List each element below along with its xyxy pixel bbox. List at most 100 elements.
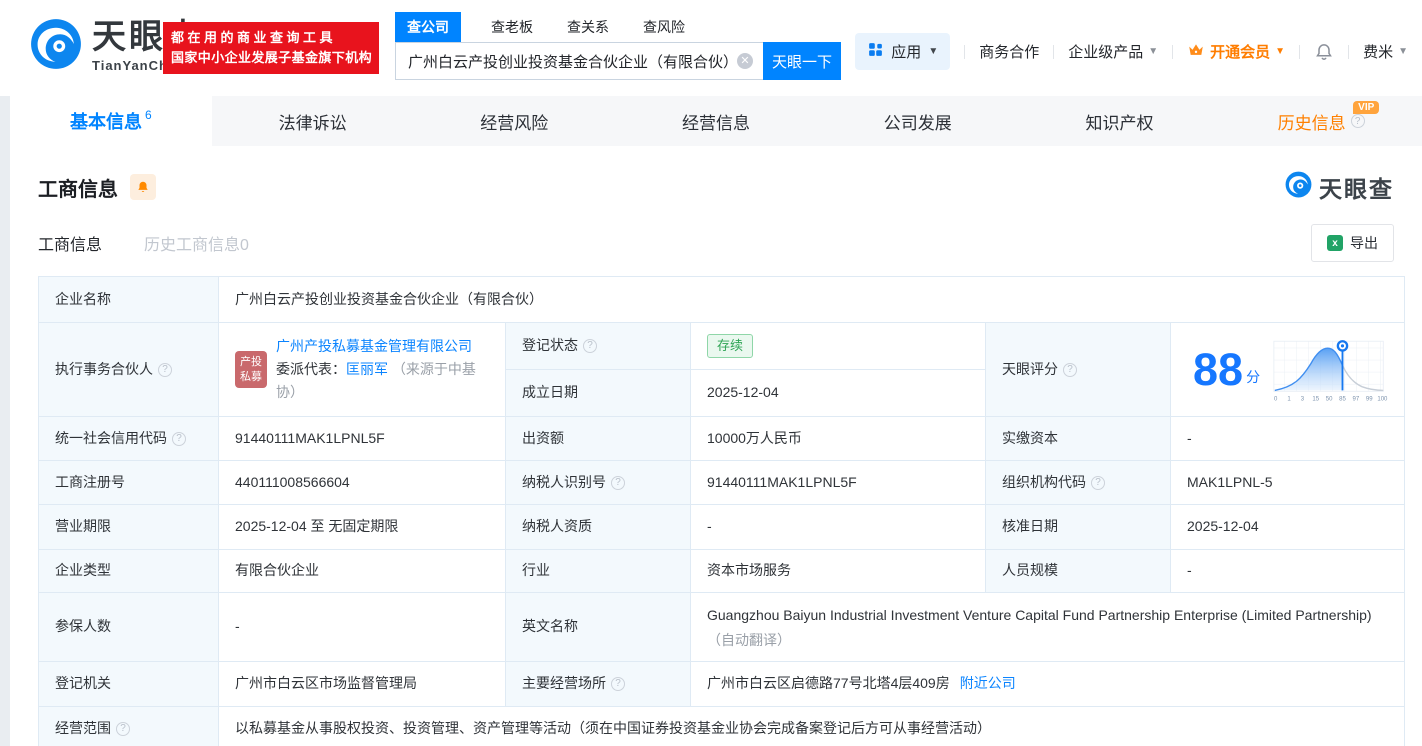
status-badge: 存续 (707, 334, 753, 358)
business-term-value: 2025-12-04 至 无固定期限 (219, 505, 506, 550)
help-icon[interactable]: ? (1091, 476, 1105, 490)
established-date-value: 2025-12-04 (691, 370, 986, 417)
search-tab-risk[interactable]: 查风险 (631, 12, 697, 42)
registration-number-label: 工商注册号 (39, 461, 219, 505)
user-account-menu[interactable]: 费米 ▼ (1363, 41, 1408, 62)
org-code-value: MAK1LPNL-5 (1171, 461, 1405, 505)
registration-number-value: 440111008566604 (219, 461, 506, 505)
username: 费米 (1363, 41, 1393, 62)
registration-status-value: 存续 (691, 323, 986, 370)
insured-count-value: - (219, 593, 506, 662)
search-button[interactable]: 天眼一下 (763, 42, 841, 80)
staff-size-label: 人员规模 (986, 550, 1171, 593)
search-tab-boss[interactable]: 查老板 (479, 12, 545, 42)
help-icon[interactable]: ? (611, 677, 625, 691)
subtab-history-label: 历史工商信息 (144, 237, 240, 254)
help-icon[interactable]: ? (116, 722, 130, 736)
svg-text:50: 50 (1326, 396, 1333, 402)
delegate-name-link[interactable]: 匡丽军 (346, 361, 388, 377)
svg-text:3: 3 (1301, 396, 1305, 402)
premises-value: 广州市白云区启德路77号北塔4层409房 附近公司 (691, 662, 1405, 707)
tab-operational-risk[interactable]: 经营风险 (413, 96, 615, 146)
subtab-history-business-info[interactable]: 历史工商信息0 (144, 231, 249, 255)
tab-legal-proceedings[interactable]: 法律诉讼 (212, 96, 414, 146)
help-icon[interactable]: ? (583, 339, 597, 353)
business-info-table: 企业名称 广州白云产投创业投资基金合伙企业（有限合伙） 执行事务合伙人? 产投 … (38, 276, 1405, 746)
divider (1348, 45, 1349, 59)
apps-menu[interactable]: 应用 ▼ (855, 33, 950, 70)
divider (1299, 45, 1300, 59)
company-type-label: 企业类型 (39, 550, 219, 593)
slogan-line2: 国家中小企业发展子基金旗下机构 (171, 48, 371, 68)
industry-value: 资本市场服务 (691, 550, 986, 593)
business-scope-value: 以私募基金从事股权投资、投资管理、资产管理等活动（须在中国证券投资基金业协会完成… (219, 707, 1405, 746)
auto-translate-note: （自动翻译） (707, 632, 791, 648)
company-nav-tabs: 基本信息 6 法律诉讼 经营风险 经营信息 公司发展 知识产权 VIP 历史信息… (10, 96, 1422, 146)
premises-label: 主要经营场所? (506, 662, 691, 707)
search-input[interactable] (395, 42, 763, 80)
notification-bell-icon[interactable] (1314, 42, 1334, 62)
tab-history-info-label: 历史信息 (1278, 109, 1346, 134)
apps-label: 应用 (891, 41, 921, 62)
tab-basic-info[interactable]: 基本信息 6 (10, 96, 212, 146)
partner-company-link[interactable]: 广州产投私募基金管理有限公司 (276, 338, 472, 354)
capital-value: 10000万人民币 (691, 417, 986, 461)
enterprise-products-label: 企业级产品 (1068, 41, 1143, 62)
tianyancha-logo-icon (30, 18, 82, 75)
svg-text:15: 15 (1312, 396, 1319, 402)
apps-grid-icon (867, 41, 884, 62)
tab-company-development[interactable]: 公司发展 (817, 96, 1019, 146)
svg-text:1: 1 (1287, 396, 1291, 402)
tianyancha-watermark: 天眼查 (1285, 170, 1394, 204)
taxpayer-id-value: 91440111MAK1LPNL5F (691, 461, 986, 505)
header-menu: 应用 ▼ 商务合作 企业级产品 ▼ 开通会员 ▼ (855, 33, 1408, 70)
svg-text:99: 99 (1366, 396, 1373, 402)
approval-date-label: 核准日期 (986, 505, 1171, 550)
private-fund-badge: 产投 私募 (235, 351, 267, 389)
taxpayer-quality-value: - (691, 505, 986, 550)
chevron-down-icon: ▼ (1148, 46, 1158, 57)
help-icon[interactable]: ? (1351, 114, 1365, 128)
export-button[interactable]: x 导出 (1311, 224, 1394, 262)
staff-size-value: - (1171, 550, 1405, 593)
search-tab-company[interactable]: 查公司 (395, 12, 461, 42)
executive-partner-value: 产投 私募 广州产投私募基金管理有限公司 委派代表：匡丽军 （来源于中基协） (219, 323, 506, 417)
subtab-business-info[interactable]: 工商信息 (38, 231, 102, 255)
subtab-business-info-label: 工商信息 (38, 237, 102, 254)
tab-basic-info-count: 6 (145, 108, 152, 122)
vip-badge: VIP (1353, 101, 1379, 114)
divider (1172, 45, 1173, 59)
tab-intellectual-property[interactable]: 知识产权 (1019, 96, 1221, 146)
nearby-companies-link[interactable]: 附近公司 (960, 673, 1016, 695)
company-name-label: 企业名称 (39, 277, 219, 323)
paid-capital-value: - (1171, 417, 1405, 461)
clear-search-icon[interactable]: ✕ (737, 53, 753, 69)
crown-icon (1187, 41, 1205, 63)
help-icon[interactable]: ? (172, 432, 186, 446)
tianyan-score-label: 天眼评分? (986, 323, 1171, 417)
svg-text:100: 100 (1377, 396, 1388, 402)
search-tabs: 查公司 查老板 查关系 查风险 (395, 12, 841, 42)
open-vip-menu[interactable]: 开通会员 ▼ (1187, 41, 1285, 63)
divider (1053, 45, 1054, 59)
score-number: 88 (1193, 347, 1243, 392)
tianyan-score-value: 88 分 (1171, 323, 1405, 417)
excel-icon: x (1327, 235, 1343, 251)
subtab-history-count: 0 (240, 237, 249, 254)
tab-history-info[interactable]: VIP 历史信息 ? (1220, 96, 1422, 146)
monitor-bell-icon[interactable] (130, 174, 156, 200)
tianyancha-watermark-icon (1285, 171, 1312, 203)
brand-slogan-banner: 都在用的商业查询工具 国家中小企业发展子基金旗下机构 (163, 22, 379, 74)
help-icon[interactable]: ? (158, 363, 172, 377)
tab-business-info[interactable]: 经营信息 (615, 96, 817, 146)
business-cooperation-link[interactable]: 商务合作 (979, 41, 1039, 62)
search-tab-relation[interactable]: 查关系 (555, 12, 621, 42)
help-icon[interactable]: ? (611, 476, 625, 490)
tab-basic-info-label: 基本信息 (70, 108, 142, 134)
open-vip-label: 开通会员 (1210, 41, 1270, 62)
score-unit: 分 (1246, 367, 1260, 389)
registry-authority-value: 广州市白云区市场监督管理局 (219, 662, 506, 707)
enterprise-products-menu[interactable]: 企业级产品 ▼ (1068, 41, 1158, 62)
chevron-down-icon: ▼ (1398, 46, 1408, 57)
help-icon[interactable]: ? (1063, 363, 1077, 377)
